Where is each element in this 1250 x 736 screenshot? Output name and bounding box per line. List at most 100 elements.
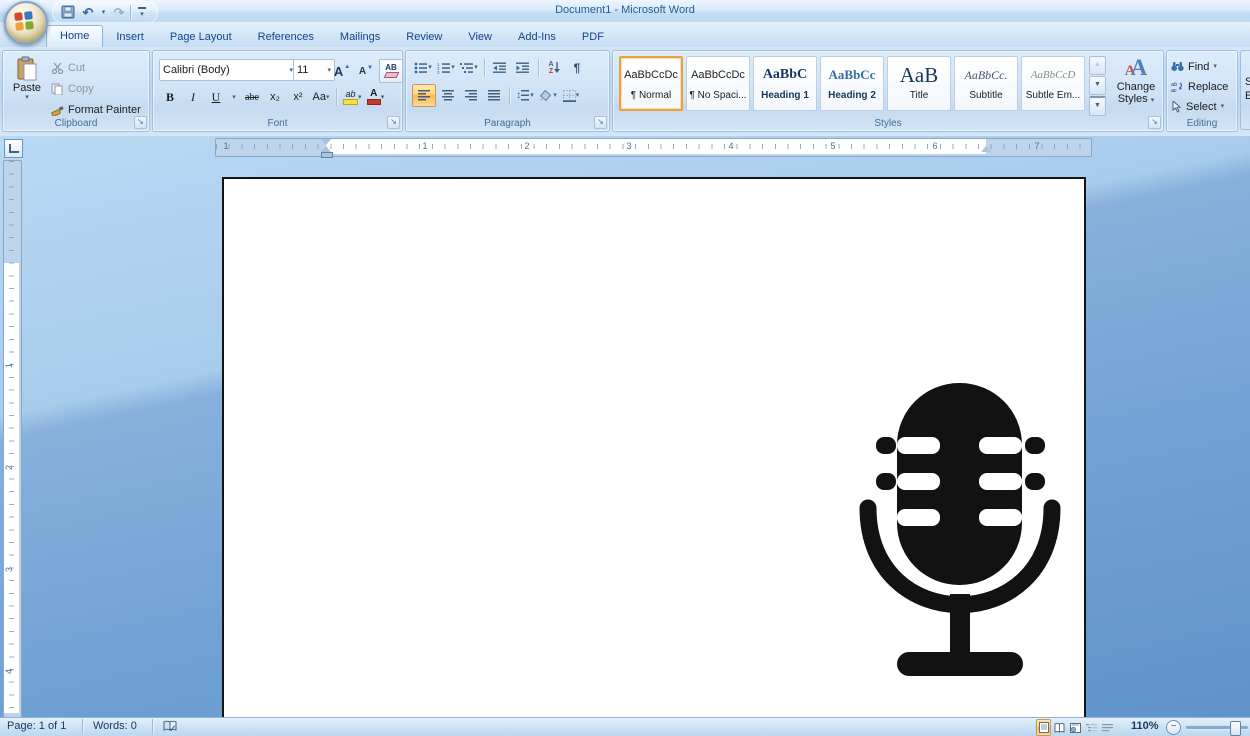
tab-references[interactable]: References [245, 26, 327, 47]
gallery-scroll-up-button[interactable]: ▲ [1089, 56, 1106, 75]
page-indicator[interactable]: Page: 1 of 1 [7, 720, 66, 732]
shading-button[interactable]: ▾ [537, 85, 559, 106]
tab-review[interactable]: Review [393, 26, 455, 47]
highlight-color-button[interactable]: ab ▾ [341, 86, 364, 108]
select-button[interactable]: Select ▾ [1171, 97, 1228, 116]
align-left-button[interactable] [412, 84, 436, 107]
document-page[interactable] [222, 177, 1086, 717]
vertical-ruler[interactable]: 1 2 3 4 [3, 160, 22, 717]
underline-dropdown[interactable]: ▾ [228, 86, 240, 108]
copy-button[interactable]: Copy [51, 79, 141, 98]
change-styles-button[interactable]: AA Change Styles ▾ [1112, 55, 1160, 117]
italic-button[interactable]: I [182, 86, 204, 108]
chevron-down-icon: ▾ [8, 94, 46, 101]
replace-button[interactable]: ab ac Replace [1171, 77, 1228, 96]
font-dialog-launcher[interactable]: ↘ [387, 116, 400, 129]
group-font: Calibri (Body) ▾ 11 ▾ A ▲ A ▼ AB B I U [152, 50, 403, 132]
numbering-button[interactable]: 1 2 3 ▾ [435, 57, 457, 78]
clipboard-dialog-launcher[interactable]: ↘ [134, 116, 147, 129]
increase-indent-button[interactable] [512, 57, 534, 78]
increase-indent-icon [516, 62, 530, 74]
web-layout-view-button[interactable] [1068, 719, 1083, 736]
full-screen-reading-view-button[interactable] [1052, 719, 1067, 736]
paragraph-dialog-launcher[interactable]: ↘ [594, 116, 607, 129]
align-center-button[interactable] [437, 85, 459, 106]
group-label-styles: Styles [613, 118, 1163, 129]
style-normal[interactable]: AaBbCcDc ¶ Normal [619, 56, 683, 111]
style-heading-1[interactable]: AaBbC Heading 1 [753, 56, 817, 111]
font-color-button[interactable]: A ▾ [365, 86, 387, 108]
outline-view-button[interactable] [1084, 719, 1099, 736]
style-title[interactable]: AaB Title [887, 56, 951, 111]
style-subtitle[interactable]: AaBbCc. Subtitle [954, 56, 1018, 111]
styles-dialog-launcher[interactable]: ↘ [1148, 116, 1161, 129]
horizontal-ruler[interactable]: 1 1 2 3 4 5 6 7 [215, 138, 1092, 157]
tab-insert[interactable]: Insert [103, 26, 157, 47]
grow-font-button[interactable]: A ▲ [331, 60, 353, 82]
subscript-button[interactable]: x₂ [264, 86, 286, 108]
cut-button[interactable]: Cut [51, 58, 141, 77]
right-indent-marker[interactable] [981, 146, 991, 152]
tab-pdf[interactable]: PDF [569, 26, 617, 47]
font-size-combo[interactable]: 11 ▾ [293, 59, 335, 81]
redo-button[interactable]: ↷ [110, 4, 128, 21]
font-name-value: Calibri (Body) [163, 64, 289, 76]
cut-label: Cut [68, 62, 85, 74]
strikethrough-button[interactable]: abe [241, 86, 263, 108]
chevron-down-icon: ▾ [553, 92, 557, 99]
group-styles: AaBbCcDc ¶ Normal AaBbCcDc ¶ No Spaci...… [612, 50, 1164, 132]
bullets-button[interactable]: ▾ [412, 57, 434, 78]
tab-page-layout[interactable]: Page Layout [157, 26, 245, 47]
justify-button[interactable] [483, 85, 505, 106]
bold-button[interactable]: B [159, 86, 181, 108]
word-count[interactable]: Words: 0 [93, 720, 137, 732]
underline-button[interactable]: U [205, 86, 227, 108]
reading-view-icon [1054, 723, 1065, 733]
style-heading-2[interactable]: AaBbCc Heading 2 [820, 56, 884, 111]
style-subtle-emphasis[interactable]: AaBbCcD Subtle Em... [1021, 56, 1085, 111]
left-indent-marker[interactable] [321, 152, 333, 158]
superscript-button[interactable]: x² [287, 86, 309, 108]
first-line-indent-marker[interactable] [321, 139, 331, 145]
save-button[interactable] [59, 4, 77, 21]
sort-button[interactable]: A Z [543, 57, 565, 78]
outline-view-icon [1086, 723, 1097, 733]
align-right-button[interactable] [460, 85, 482, 106]
ruler-number: 4 [728, 141, 733, 152]
font-name-combo[interactable]: Calibri (Body) ▾ [159, 59, 297, 81]
show-hide-pilcrow-button[interactable]: ¶ [566, 57, 588, 78]
format-painter-button[interactable]: Format Painter [51, 100, 141, 119]
borders-button[interactable]: ▾ [560, 85, 582, 106]
multilevel-list-button[interactable]: ▾ [458, 57, 480, 78]
numbering-icon: 1 2 3 [437, 62, 451, 74]
change-styles-icon: AA [1125, 66, 1147, 78]
customize-qat-button[interactable]: ▾ [133, 4, 151, 21]
vruler-ticks [9, 161, 14, 717]
style-no-spacing[interactable]: AaBbCcDc ¶ No Spaci... [686, 56, 750, 111]
gallery-scroll-down-button[interactable]: ▼ [1089, 76, 1106, 95]
zoom-slider-thumb[interactable] [1230, 721, 1241, 736]
shrink-font-button[interactable]: A ▼ [355, 60, 377, 82]
paste-button[interactable]: Paste ▾ [8, 56, 46, 122]
undo-button[interactable]: ↶ [79, 4, 97, 21]
quick-access-toolbar: ↶ ▾ ↷ ▾ [52, 1, 158, 23]
tab-home[interactable]: Home [46, 25, 103, 47]
tab-view[interactable]: View [455, 26, 505, 47]
tab-stop-selector[interactable] [4, 139, 23, 158]
tab-add-ins[interactable]: Add-Ins [505, 26, 569, 47]
change-case-button[interactable]: Aa ▾ [310, 86, 332, 108]
undo-dropdown[interactable]: ▾ [99, 4, 108, 21]
gallery-more-button[interactable]: ▼ [1089, 96, 1106, 116]
draft-view-button[interactable] [1100, 719, 1115, 736]
tab-mailings[interactable]: Mailings [327, 26, 393, 47]
line-spacing-button[interactable]: ↕ ▾ [514, 85, 536, 106]
spellcheck-status[interactable]: ✓ [163, 720, 178, 733]
office-button[interactable] [4, 1, 48, 45]
zoom-out-button[interactable]: − [1166, 720, 1181, 735]
print-layout-view-button[interactable] [1036, 719, 1051, 736]
clear-formatting-button[interactable]: AB [379, 59, 403, 83]
chevron-down-icon: ▾ [474, 64, 478, 71]
decrease-indent-button[interactable] [489, 57, 511, 78]
find-button[interactable]: Find ▾ [1171, 57, 1228, 76]
zoom-level[interactable]: 110% [1131, 720, 1159, 732]
